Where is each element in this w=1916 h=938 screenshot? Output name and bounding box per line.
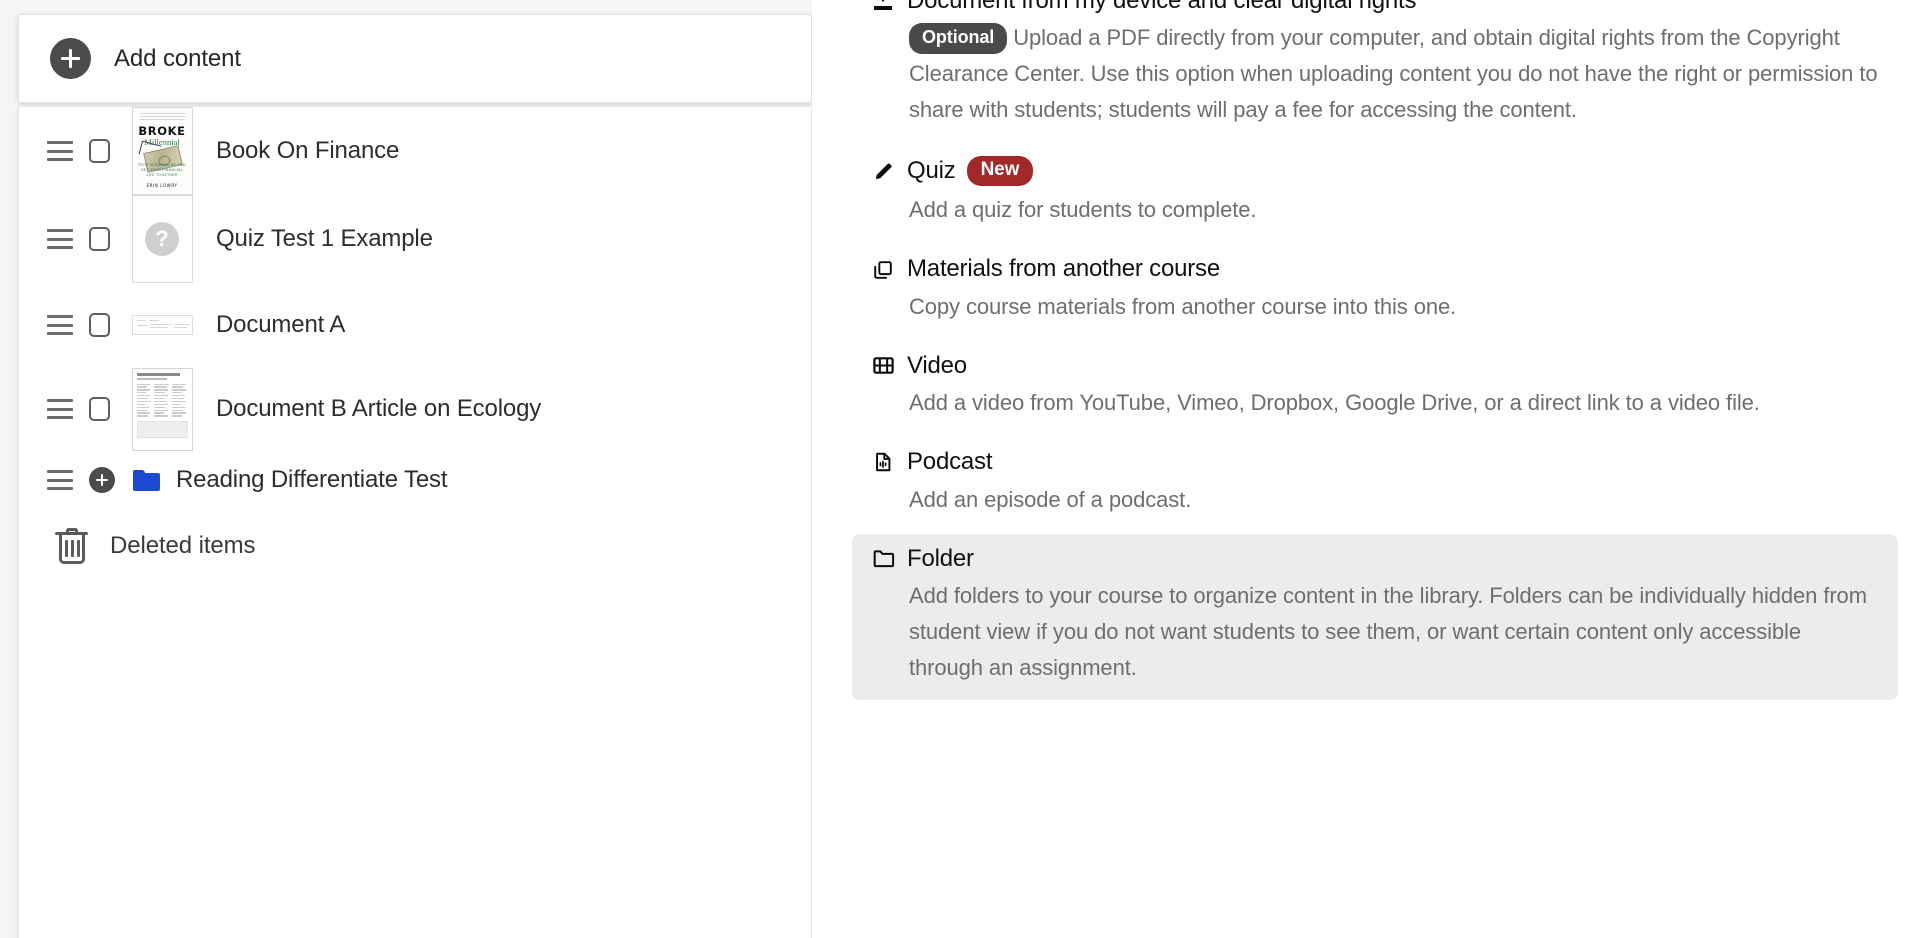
drag-handle-icon[interactable] xyxy=(47,470,73,490)
thumbnail xyxy=(130,368,194,451)
content-list-card: BROKE Millennial STOP SCRAPING BY AND GE… xyxy=(18,107,812,938)
row-checkbox[interactable] xyxy=(89,313,110,337)
film-icon xyxy=(870,353,896,379)
copy-icon xyxy=(870,257,896,283)
optional-badge: Optional xyxy=(909,23,1007,54)
trash-icon xyxy=(55,528,88,565)
option-materials-from-course[interactable]: Materials from another course Copy cours… xyxy=(852,244,1898,338)
deleted-items-link[interactable]: Deleted items xyxy=(19,509,811,583)
row-checkbox[interactable] xyxy=(89,397,110,421)
book-cover-thumbnail: BROKE Millennial STOP SCRAPING BY AND GE… xyxy=(132,107,193,195)
question-mark-icon: ? xyxy=(145,222,179,256)
row-checkbox[interactable] xyxy=(89,139,110,163)
thumbnail: BROKE Millennial STOP SCRAPING BY AND GE… xyxy=(130,107,194,195)
option-header: Quiz New xyxy=(870,156,1880,186)
book-author-text: ERIN LOWRY xyxy=(133,183,192,188)
option-header: Folder xyxy=(870,546,1880,572)
option-title: Folder xyxy=(907,546,974,572)
option-description: Copy course materials from another cours… xyxy=(870,289,1880,325)
option-document-upload[interactable]: Document from my device and clear digita… xyxy=(852,0,1898,142)
option-video[interactable]: Video Add a video from YouTube, Vimeo, D… xyxy=(852,341,1898,435)
upload-document-icon xyxy=(870,0,896,14)
option-title: Document from my device and clear digita… xyxy=(907,0,1416,14)
drag-handle-icon[interactable] xyxy=(47,315,73,335)
option-title: Podcast xyxy=(907,449,992,475)
folder-title: Reading Differentiate Test xyxy=(176,466,447,494)
content-rows: BROKE Millennial STOP SCRAPING BY AND GE… xyxy=(19,107,811,583)
book-title-text: BROKE xyxy=(133,124,192,138)
row-checkbox[interactable] xyxy=(89,227,110,251)
option-podcast[interactable]: Podcast Add an episode of a podcast. xyxy=(852,437,1898,531)
option-description: Upload a PDF directly from your computer… xyxy=(909,25,1877,122)
app-root: Add content BROKE Millennial xyxy=(0,0,1916,938)
thumbnail: ? xyxy=(130,195,194,283)
option-description: Add a quiz for students to complete. xyxy=(870,192,1880,228)
option-header: Video xyxy=(870,353,1880,379)
pencil-icon xyxy=(870,158,896,184)
folder-row[interactable]: Reading Differentiate Test xyxy=(19,451,811,509)
drag-handle-icon[interactable] xyxy=(47,229,73,249)
drag-handle-icon[interactable] xyxy=(47,141,73,161)
option-title: Materials from another course xyxy=(907,256,1220,282)
thumbnail xyxy=(130,315,194,335)
table-row[interactable]: BROKE Millennial STOP SCRAPING BY AND GE… xyxy=(19,107,811,195)
drag-handle-icon[interactable] xyxy=(47,399,73,419)
add-content-options-panel: Document from my device and clear digita… xyxy=(816,0,1916,938)
option-quiz[interactable]: Quiz New Add a quiz for students to comp… xyxy=(852,144,1898,242)
row-title: Book On Finance xyxy=(216,137,399,165)
option-title: Video xyxy=(907,353,967,379)
document-thumbnail xyxy=(132,315,193,335)
table-row[interactable]: Document A xyxy=(19,283,811,367)
add-content-button[interactable]: Add content xyxy=(18,14,812,103)
row-title: Document B Article on Ecology xyxy=(216,395,541,423)
quiz-placeholder-thumbnail: ? xyxy=(132,195,193,283)
table-row[interactable]: ? Quiz Test 1 Example xyxy=(19,195,811,283)
option-header: Document from my device and clear digita… xyxy=(870,0,1880,14)
book-tagline-text: STOP SCRAPING BY AND GET YOUR FINANCIAL … xyxy=(138,163,187,178)
option-folder[interactable]: Folder Add folders to your course to org… xyxy=(852,534,1898,700)
deleted-items-label: Deleted items xyxy=(110,532,255,560)
option-description-wrap: OptionalUpload a PDF directly from your … xyxy=(870,20,1880,128)
document-page-thumbnail xyxy=(132,368,193,451)
row-title: Document A xyxy=(216,311,345,339)
option-description: Add folders to your course to organize c… xyxy=(870,578,1880,686)
folder-outline-icon xyxy=(870,546,896,572)
folder-icon xyxy=(133,470,160,491)
option-header: Materials from another course xyxy=(870,256,1880,282)
option-description: Add a video from YouTube, Vimeo, Dropbox… xyxy=(870,385,1880,421)
add-content-label: Add content xyxy=(114,45,241,73)
option-title: Quiz xyxy=(907,158,956,184)
table-row[interactable]: Document B Article on Ecology xyxy=(19,367,811,451)
option-description: Add an episode of a podcast. xyxy=(870,482,1880,518)
add-to-folder-button[interactable] xyxy=(89,467,115,493)
plus-circle-icon xyxy=(50,38,91,79)
new-badge: New xyxy=(967,156,1034,186)
row-title: Quiz Test 1 Example xyxy=(216,225,433,253)
course-content-panel: Add content BROKE Millennial xyxy=(0,0,812,938)
option-header: Podcast xyxy=(870,449,1880,475)
podcast-file-icon xyxy=(870,449,896,475)
